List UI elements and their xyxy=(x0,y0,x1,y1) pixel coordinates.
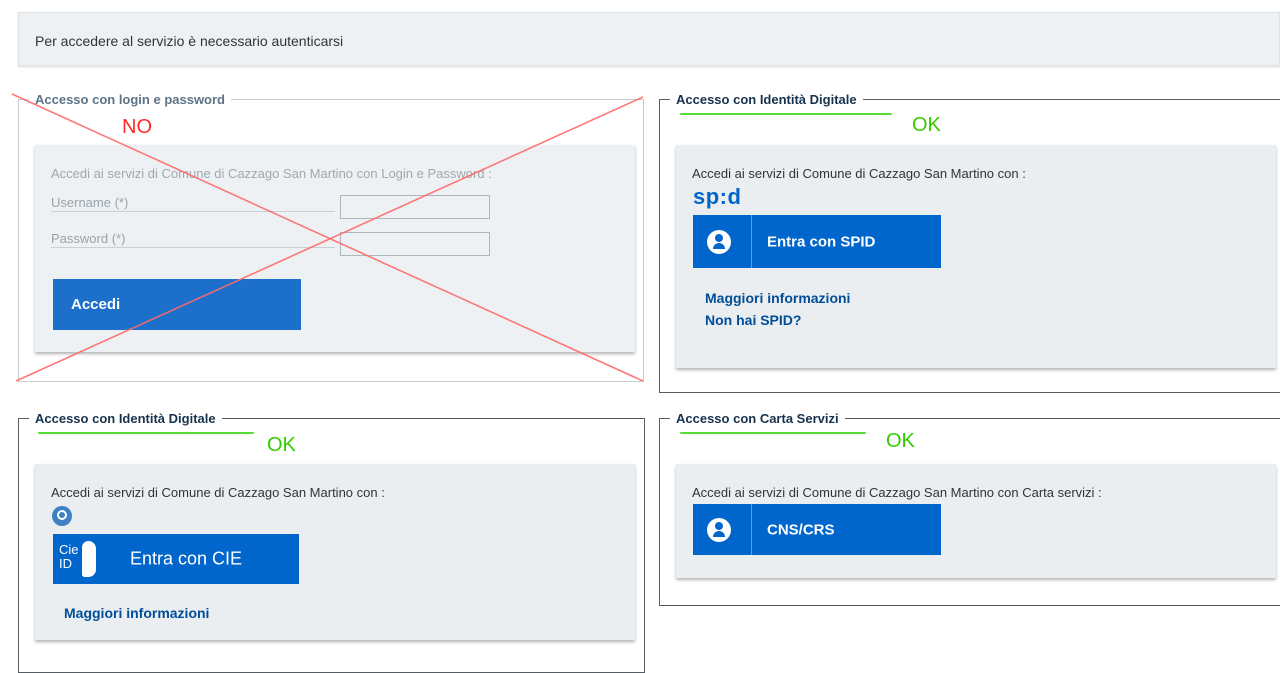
cie-login-button[interactable]: Cie ID Entra con CIE xyxy=(53,534,299,584)
cie-legend: Accesso con Identità Digitale xyxy=(35,411,216,426)
cie-card: Accedi ai servizi di Comune di Cazzago S… xyxy=(35,464,635,640)
cns-legend-underline xyxy=(680,432,866,434)
cns-crs-label: CNS/CRS xyxy=(767,521,835,538)
user-icon xyxy=(707,517,731,542)
cie-status-ok: OK xyxy=(267,434,296,456)
cross-line-1 xyxy=(11,93,644,382)
spid-login-button[interactable]: Entra con SPID xyxy=(693,215,941,268)
no-spid-link[interactable]: Non hai SPID? xyxy=(705,312,801,328)
spid-intro: Accedi ai servizi di Comune di Cazzago S… xyxy=(692,166,1026,181)
spid-card: Accedi ai servizi di Comune di Cazzago S… xyxy=(676,145,1276,368)
cie-intro: Accedi ai servizi di Comune di Cazzago S… xyxy=(51,485,385,500)
spid-legend: Accesso con Identità Digitale xyxy=(676,92,857,107)
cie-login-label: Entra con CIE xyxy=(130,548,243,569)
spid-status-ok: OK xyxy=(912,114,941,136)
spid-logo: sp:d xyxy=(693,184,742,209)
button-divider xyxy=(751,504,752,555)
cie-more-info-link[interactable]: Maggiori informazioni xyxy=(64,605,209,621)
cns-card: Accedi ai servizi di Comune di Cazzago S… xyxy=(676,464,1276,578)
cns-legend: Accesso con Carta Servizi xyxy=(676,411,839,426)
cns-intro: Accedi ai servizi di Comune di Cazzago S… xyxy=(692,485,1102,500)
spid-login-label: Entra con SPID xyxy=(767,233,876,250)
cie-legend-underline xyxy=(38,432,254,434)
button-divider xyxy=(751,215,752,268)
spid-legend-underline xyxy=(680,113,892,115)
user-icon xyxy=(707,229,731,254)
cns-crs-login-button[interactable]: CNS/CRS xyxy=(693,504,941,555)
cie-id-icon: Cie ID xyxy=(55,540,97,578)
cie-mini-icon xyxy=(52,506,72,526)
cns-status-ok: OK xyxy=(886,430,915,452)
spid-more-info-link[interactable]: Maggiori informazioni xyxy=(705,290,850,306)
